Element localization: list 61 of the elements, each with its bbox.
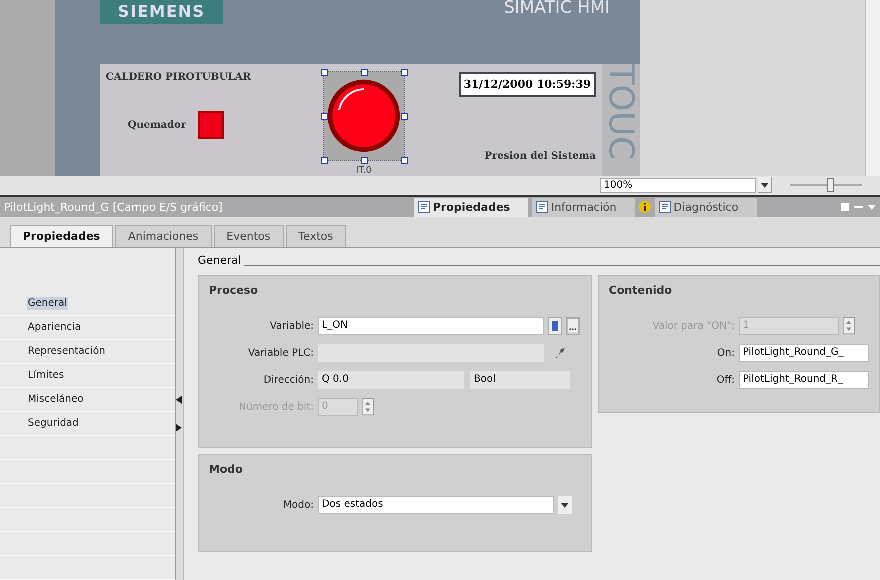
arrow-icon[interactable]: [554, 347, 566, 359]
browse-button[interactable]: [566, 317, 580, 335]
section-title: General: [198, 254, 242, 267]
image-name-field[interactable]: PilotLight_Round_R_: [739, 371, 869, 389]
screen-title: CALDERO PIROTUBULAR: [106, 72, 252, 83]
group-title: Proceso: [209, 284, 260, 297]
selection-handle[interactable]: [361, 69, 368, 76]
nav-item[interactable]: Seguridad: [27, 417, 80, 430]
date-time-field: 31/12/2000 10:59:39: [458, 72, 596, 97]
type-field: Bool: [470, 371, 570, 389]
vertical-scrollbar[interactable]: [865, 0, 880, 176]
view-tab[interactable]: Diagnóstico: [654, 198, 757, 217]
tab[interactable]: Propiedades: [10, 225, 114, 247]
burner-label: Quemador: [128, 120, 186, 130]
field-label: Modo:: [282, 500, 314, 510]
document-icon: [536, 201, 548, 214]
selection-handle[interactable]: [401, 113, 408, 120]
dropdown-arrow-icon[interactable]: [758, 177, 772, 194]
field-label: On:: [716, 348, 735, 358]
inspector-title: PilotLight_Round_G [Campo E/S gráfico]: [3, 200, 224, 214]
field-label: Dirección:: [262, 374, 314, 386]
field-label: Variable PLC:: [247, 348, 314, 358]
field-label: Off:: [716, 374, 735, 386]
view-tab[interactable]: Propiedades: [414, 198, 528, 217]
tab[interactable]: Animaciones: [115, 225, 212, 247]
field-label: Variable:: [269, 320, 314, 332]
document-icon: [658, 201, 671, 214]
selection-handle[interactable]: [361, 157, 368, 164]
spin-buttons-icon[interactable]: [362, 398, 374, 416]
zoom-dropdown[interactable]: 100%: [600, 178, 756, 193]
selection-handle[interactable]: [401, 69, 408, 76]
zoom-slider[interactable]: [790, 178, 862, 192]
address-field: Q 0.0: [318, 371, 464, 389]
selection-handle[interactable]: [401, 157, 408, 164]
selection-handle[interactable]: [321, 113, 328, 120]
brand-logo: SIEMENS: [100, 0, 224, 24]
collapse-left-icon[interactable]: [176, 396, 182, 404]
variable-list-button[interactable]: [548, 317, 562, 335]
group-title: Contenido: [609, 284, 674, 297]
nav-item[interactable]: Límites: [27, 369, 66, 382]
document-icon: [418, 201, 430, 214]
nav-item[interactable]: General: [27, 297, 68, 310]
selection-handle[interactable]: [321, 157, 328, 164]
nav-item[interactable]: Apariencia: [27, 321, 82, 334]
spin-field: 1: [739, 317, 839, 335]
pressure-label: Presion del Sistema: [484, 151, 596, 162]
mode-dropdown[interactable]: Dos estados: [318, 496, 554, 514]
view-tab[interactable]: Información: [532, 198, 635, 217]
selection-handle[interactable]: [321, 69, 328, 76]
nav-item[interactable]: Misceláneo: [27, 393, 85, 406]
group-title: Modo: [209, 463, 244, 476]
image-name-field[interactable]: PilotLight_Round_G_: [739, 344, 869, 362]
spin-buttons-icon[interactable]: [843, 317, 855, 335]
variable-field[interactable]: L_ON: [318, 317, 544, 335]
tab[interactable]: Eventos: [214, 225, 284, 247]
nav-item[interactable]: Representación: [27, 345, 107, 358]
tag-label: IT.0: [356, 166, 372, 176]
product-name: SIMATIC HMI: [504, 0, 610, 16]
expand-right-icon[interactable]: [176, 424, 182, 432]
spin-field: 0: [318, 398, 358, 416]
tab[interactable]: Textos: [286, 225, 346, 247]
